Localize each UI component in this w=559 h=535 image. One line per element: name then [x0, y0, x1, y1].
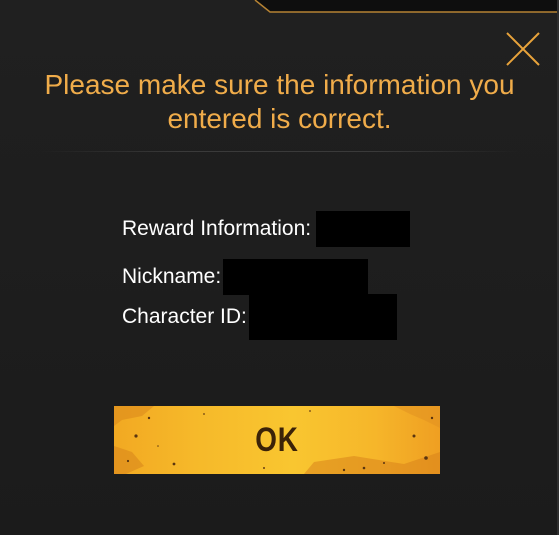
reward-information-redacted [316, 211, 411, 247]
nickname-label: Nickname: [122, 265, 222, 288]
dialog-title: Please make sure the information you ent… [44, 69, 515, 134]
ok-button[interactable]: OK [114, 406, 440, 474]
title-divider [40, 151, 519, 152]
reward-information-label: Reward Information: [122, 217, 312, 240]
nickname-row: Nickname: [122, 259, 369, 295]
nickname-redacted [223, 259, 369, 295]
ok-button-label: OK [255, 420, 299, 459]
reward-information-row: Reward Information: [122, 211, 411, 247]
character-id-row: Character ID: [122, 294, 397, 340]
close-button[interactable] [503, 29, 543, 69]
dialog-top-frame [0, 0, 559, 13]
close-icon [506, 32, 540, 66]
character-id-redacted [248, 294, 397, 340]
character-id-label: Character ID: [122, 305, 247, 328]
confirm-info-dialog: Please make sure the information you ent… [0, 0, 559, 535]
